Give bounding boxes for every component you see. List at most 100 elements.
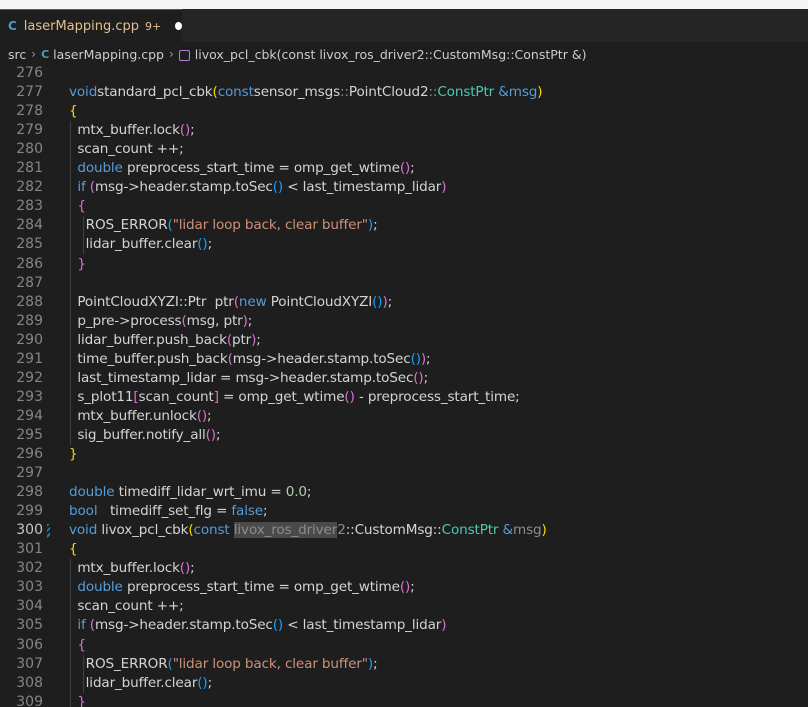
code-text: void livox_pcl_cbk(const livox_ros_drive…	[69, 522, 547, 539]
line-number: 279	[16, 122, 43, 139]
line-number: 296	[16, 446, 43, 462]
code-text: double preprocess_start_time = omp_get_w…	[77, 160, 415, 177]
code-line[interactable]: 296}	[0, 445, 808, 464]
cpp-file-icon: C	[41, 47, 50, 61]
line-number: 284	[16, 217, 43, 234]
code-text: s_plot11[scan_count] = omp_get_wtime() -…	[69, 388, 520, 405]
breadcrumb-folder[interactable]: src	[8, 47, 26, 62]
code-text: if (msg->header.stamp.toSec() < last_tim…	[77, 617, 447, 634]
line-number: 288	[16, 293, 43, 310]
line-number: 295	[16, 426, 43, 443]
code-text: voidstandard_pcl_cbk(constsensor_msgs::P…	[69, 84, 543, 101]
line-number: 292	[16, 369, 43, 386]
line-number: 303	[16, 579, 43, 596]
tab-title: laserMapping.cpp	[23, 18, 140, 34]
line-number: 298	[16, 484, 43, 501]
code-line[interactable]: 304 scan_count ++;	[0, 597, 808, 616]
code-line[interactable]: 294 mtx_buffer.unlock();	[0, 407, 808, 426]
code-text: {	[77, 198, 86, 215]
code-line[interactable]: 293 s_plot11[scan_count] = omp_get_wtime…	[0, 388, 808, 407]
line-number: 294	[16, 407, 43, 424]
code-line[interactable]: 303 double preprocess_start_time = omp_g…	[0, 578, 808, 597]
code-text: if (msg->header.stamp.toSec() < last_tim…	[77, 179, 447, 196]
problems-badge: 9+	[145, 19, 162, 33]
line-number: 306	[16, 636, 43, 653]
code-line[interactable]: 289 p_pre->process(msg, ptr);	[0, 312, 808, 331]
code-line[interactable]: 278 {	[0, 102, 808, 121]
line-number: 305	[16, 617, 43, 634]
method-cube-icon	[178, 49, 190, 61]
window-title-strip	[0, 0, 808, 9]
line-number: 299	[16, 503, 43, 520]
code-text: {	[69, 541, 78, 558]
code-line[interactable]: 297	[0, 464, 808, 483]
line-number: 276	[16, 66, 43, 81]
chevron-right-icon: ›	[168, 47, 174, 61]
code-line[interactable]: 288 PointCloudXYZI::Ptr ptr(new PointClo…	[0, 293, 808, 312]
code-text: mtx_buffer.unlock();	[69, 407, 212, 424]
code-line[interactable]: 302 mtx_buffer.lock();	[0, 559, 808, 578]
line-number: 285	[16, 236, 43, 253]
code-text: lidar_buffer.push_back(ptr);	[69, 331, 261, 348]
code-line[interactable]: 298 double timediff_lidar_wrt_imu = 0.0;	[0, 483, 808, 502]
code-text: {	[69, 103, 78, 120]
code-line[interactable]: 301 {	[0, 540, 808, 559]
code-line[interactable]: 300 void livox_pcl_cbk(const livox_ros_dr…	[0, 521, 808, 540]
tab-bar: C laserMapping.cpp 9+	[0, 9, 808, 42]
line-number: 297	[16, 465, 43, 482]
code-text: mtx_buffer.lock();	[69, 122, 195, 139]
code-line[interactable]: 305 if (msg->header.stamp.toSec() < last…	[0, 616, 808, 635]
code-line[interactable]: 286 }	[0, 255, 808, 274]
line-number: 301	[16, 541, 43, 558]
line-number: 307	[16, 655, 43, 672]
code-text: }	[69, 446, 78, 462]
code-text: scan_count ++;	[69, 141, 184, 158]
code-line[interactable]: 309 }	[0, 693, 808, 707]
code-text: PointCloudXYZI::Ptr ptr(new PointCloudXY…	[69, 293, 393, 310]
code-line[interactable]: 307 ROS_ERROR("lidar loop back, clear bu…	[0, 655, 808, 674]
indent-guide	[83, 216, 84, 255]
code-line[interactable]: 295 sig_buffer.notify_all();	[0, 426, 808, 445]
line-number: 291	[16, 350, 43, 367]
line-number: 290	[16, 331, 43, 348]
code-text: lidar_buffer.clear();	[69, 674, 213, 691]
line-number: 309	[16, 693, 43, 707]
code-line[interactable]: 285 lidar_buffer.clear();	[0, 235, 808, 254]
code-text: lidar_buffer.clear();	[69, 236, 213, 253]
code-line[interactable]: 287	[0, 274, 808, 293]
unsaved-dot-icon[interactable]	[175, 22, 182, 30]
code-line[interactable]: 281 double preprocess_start_time = omp_g…	[0, 159, 808, 178]
code-line[interactable]: 290 lidar_buffer.push_back(ptr);	[0, 331, 808, 350]
code-line[interactable]: 276	[0, 66, 808, 83]
breadcrumb-file[interactable]: laserMapping.cpp	[53, 47, 164, 62]
line-number: 287	[16, 274, 43, 291]
code-text: time_buffer.push_back(msg->header.stamp.…	[69, 350, 431, 367]
code-line[interactable]: 283 {	[0, 197, 808, 216]
code-line[interactable]: 308 lidar_buffer.clear();	[0, 674, 808, 693]
code-text: double preprocess_start_time = omp_get_w…	[77, 579, 415, 596]
breadcrumb: src › C laserMapping.cpp › livox_pcl_cbk…	[0, 42, 808, 66]
line-number: 280	[16, 141, 43, 158]
line-number: 300	[16, 522, 43, 539]
line-number: 282	[16, 179, 43, 196]
code-line[interactable]: 306 {	[0, 636, 808, 655]
code-line[interactable]: 291 time_buffer.push_back(msg->header.st…	[0, 350, 808, 369]
code-text: last_timestamp_lidar = msg->header.stamp…	[69, 369, 429, 386]
tab-lasermapping[interactable]: C laserMapping.cpp 9+	[0, 9, 182, 42]
breadcrumb-symbol[interactable]: livox_pcl_cbk(const livox_ros_driver2::C…	[195, 47, 587, 62]
code-line[interactable]: 279 mtx_buffer.lock();	[0, 121, 808, 140]
code-text: double timediff_lidar_wrt_imu = 0.0;	[69, 484, 312, 501]
code-line[interactable]: 292 last_timestamp_lidar = msg->header.s…	[0, 369, 808, 388]
code-editor[interactable]: 276 277 voidstandard_pcl_cbk(constsensor_m…	[0, 66, 808, 707]
indent-guide	[70, 559, 71, 707]
chevron-right-icon: ›	[31, 47, 37, 61]
code-text: bool timediff_set_flg = false;	[69, 503, 268, 520]
git-change-marker[interactable]	[47, 524, 50, 539]
code-line[interactable]: 299 bool timediff_set_flg = false;	[0, 502, 808, 521]
code-text: }	[77, 693, 86, 707]
code-line[interactable]: 277 voidstandard_pcl_cbk(constsensor_msgs…	[0, 83, 808, 102]
code-line[interactable]: 284 ROS_ERROR("lidar loop back, clear bu…	[0, 216, 808, 235]
code-line[interactable]: 280 scan_count ++;	[0, 140, 808, 159]
line-number: 304	[16, 598, 43, 615]
code-line[interactable]: 282 if (msg->header.stamp.toSec() < last…	[0, 178, 808, 197]
